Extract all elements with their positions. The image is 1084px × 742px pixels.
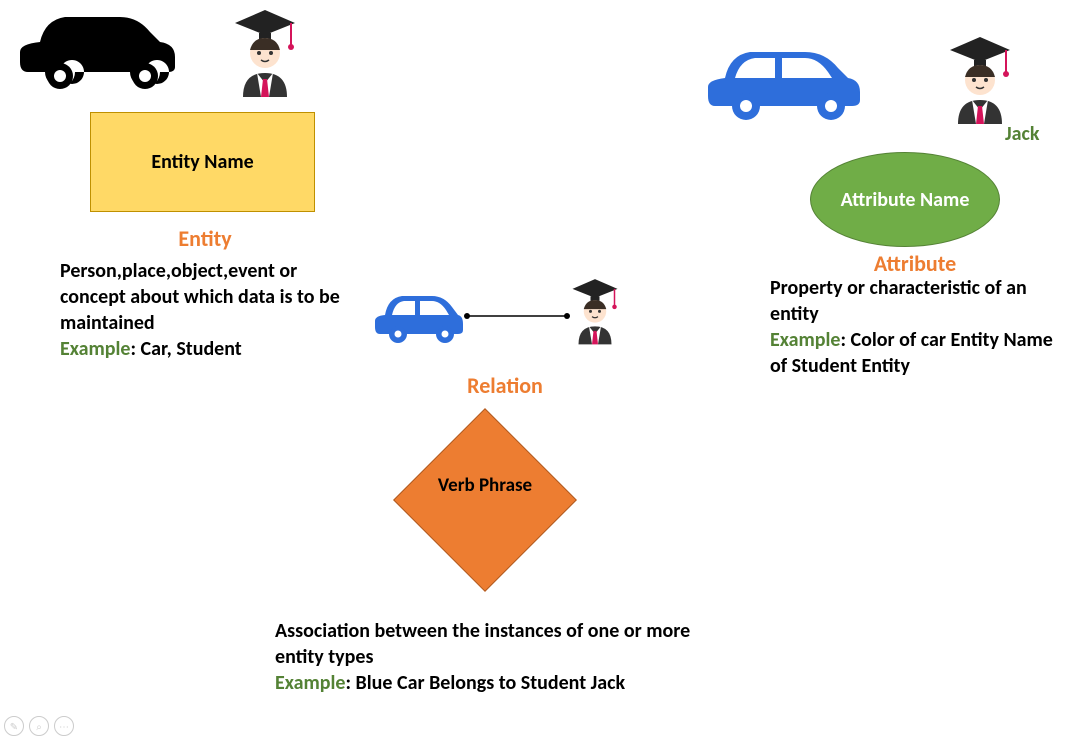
relation-line <box>462 310 572 322</box>
toolbar: ✎ ⌕ ⋯ <box>4 716 74 736</box>
entity-box-label: Entity Name <box>151 150 253 174</box>
relation-desc-text: Association between the instances of one… <box>275 619 690 669</box>
attribute-desc-text: Property or characteristic of an entity <box>770 276 1027 326</box>
attribute-ellipse: Attribute Name <box>810 152 1000 247</box>
attribute-name-tag: Jack <box>1005 122 1039 146</box>
entity-name-box: Entity Name <box>90 112 315 212</box>
relation-diamond: Verb Phrase <box>385 420 585 580</box>
attribute-ellipse-label: Attribute Name <box>841 188 970 212</box>
entity-description: Person,place,object,event or concept abo… <box>60 258 340 362</box>
car-blue-icon-large <box>700 40 865 130</box>
zoom-icon[interactable]: ⌕ <box>29 716 49 736</box>
pen-icon[interactable]: ✎ <box>4 716 24 736</box>
relation-description: Association between the instances of one… <box>275 618 715 696</box>
attribute-description: Property or characteristic of an entity … <box>770 275 1070 379</box>
relation-example-label: Example <box>275 671 346 695</box>
attribute-example-label: Example <box>770 328 841 352</box>
relation-example-text: : Blue Car Belongs to Student Jack <box>346 671 626 695</box>
attribute-title: Attribute <box>855 250 975 277</box>
student-icon-attribute <box>940 32 1020 132</box>
student-icon-relation <box>565 275 625 352</box>
student-icon-1 <box>225 5 305 105</box>
entity-title: Entity <box>155 225 255 252</box>
more-icon[interactable]: ⋯ <box>54 716 74 736</box>
car-blue-icon-small <box>370 290 465 350</box>
entity-example-label: Example <box>60 337 131 361</box>
relation-diamond-label: Verb Phrase <box>385 475 585 498</box>
relation-title: Relation <box>455 372 555 399</box>
entity-example-text: : Car, Student <box>131 337 242 361</box>
entity-desc-text: Person,place,object,event or concept abo… <box>60 259 340 335</box>
car-black-icon <box>10 2 185 102</box>
